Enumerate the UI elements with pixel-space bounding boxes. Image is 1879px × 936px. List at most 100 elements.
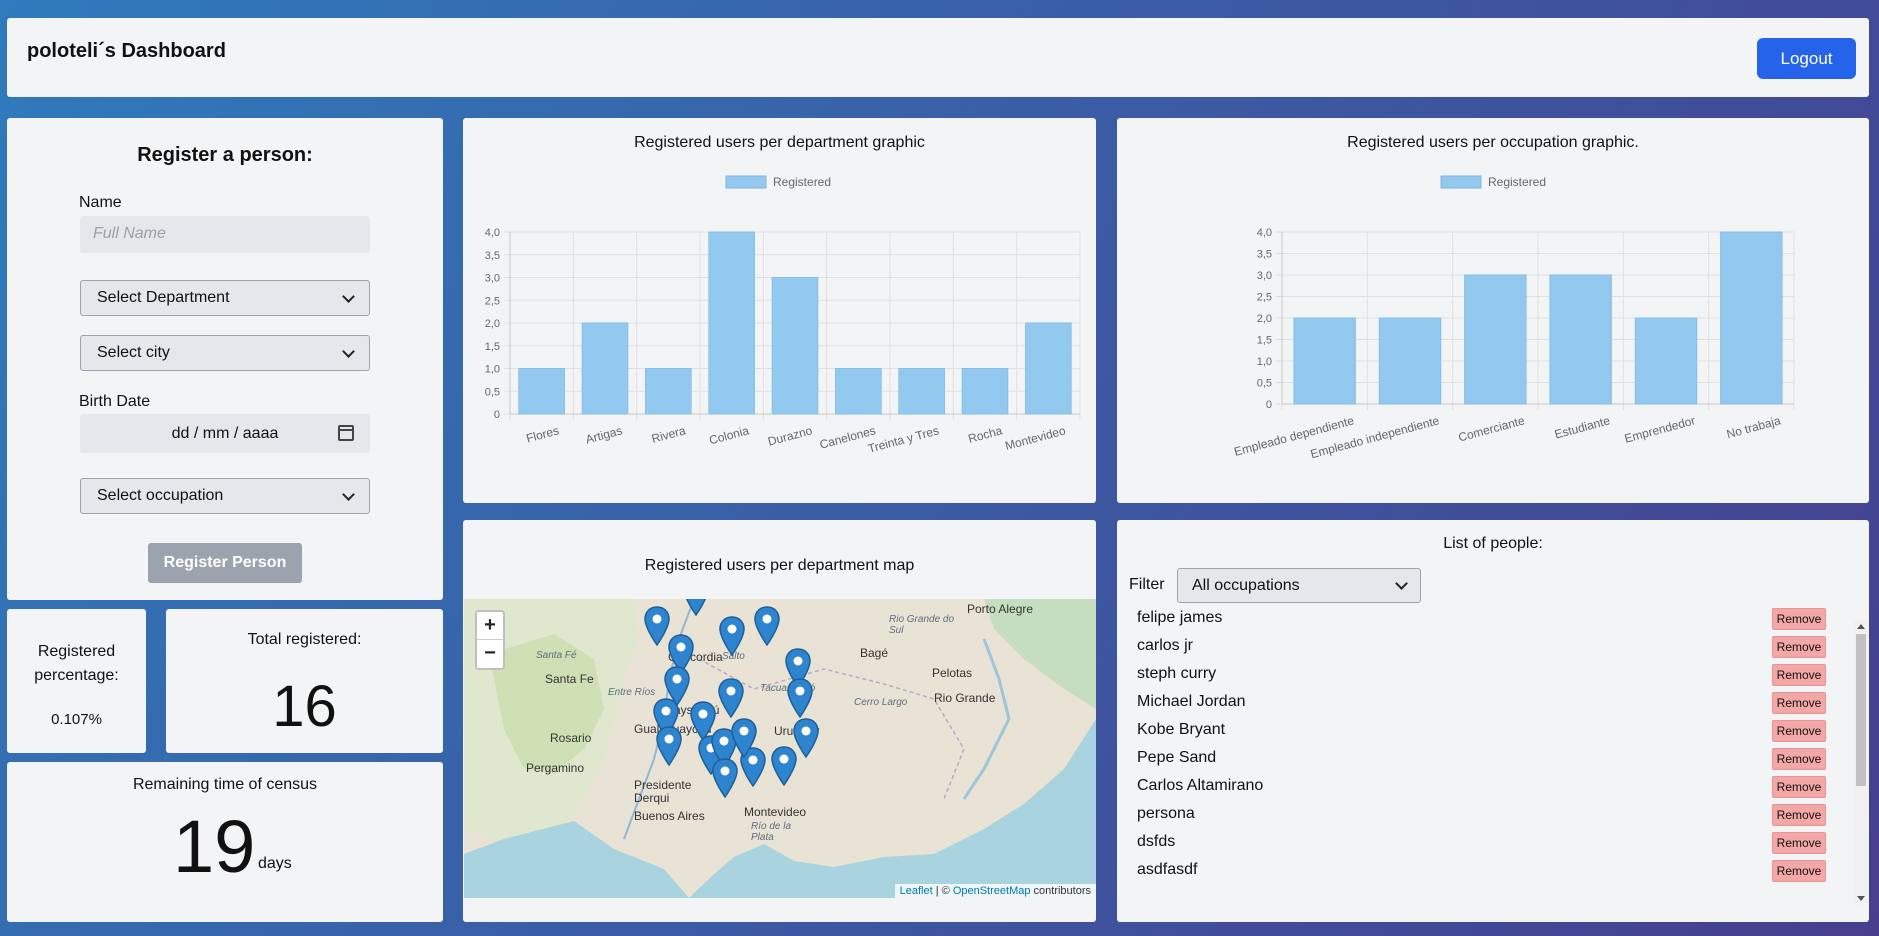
list-item: Pepe Sand Remove <box>1117 746 1855 774</box>
name-input[interactable]: Full Name <box>80 216 370 253</box>
chevron-down-icon <box>342 487 355 501</box>
map-attribution: Leaflet | © OpenStreetMap contributors <box>894 884 1096 898</box>
registered-percentage-card: Registered percentage: 0.107% <box>7 609 146 753</box>
y-tick-label: 0,5 <box>1257 378 1272 390</box>
y-tick-label: 1,5 <box>485 341 500 353</box>
x-tick-label: Colonia <box>708 423 751 447</box>
map-pin-icon[interactable] <box>787 678 813 718</box>
map-pin-icon[interactable] <box>793 718 819 758</box>
logout-button[interactable]: Logout <box>1757 38 1856 79</box>
chevron-down-icon <box>1395 577 1408 590</box>
remaining-unit: days <box>258 855 292 872</box>
scroll-up-arrow-icon[interactable] <box>1857 624 1865 629</box>
map-pin-icon[interactable] <box>644 606 670 646</box>
bar <box>518 368 565 415</box>
x-tick-label: Flores <box>525 423 561 445</box>
department-map[interactable]: Porto Alegre Rio Grande do Sul Bagé Pelo… <box>464 599 1096 898</box>
bar <box>961 368 1009 415</box>
x-tick-label: Treinta y Tres <box>866 423 940 455</box>
people-list: felipe james Remove carlos jr Remove steph c… <box>1117 606 1855 886</box>
people-list-panel: List of people: Filter All occupations f… <box>1117 520 1869 922</box>
header-bar: poloteli´s Dashboard Logout <box>7 18 1869 97</box>
leaflet-link[interactable]: Leaflet <box>900 885 933 897</box>
calendar-icon[interactable] <box>338 425 354 441</box>
total-registered-card: Total registered: 16 <box>166 609 443 753</box>
attribution-separator: | © <box>932 885 953 897</box>
person-name: Carlos Altamirano <box>1137 777 1264 794</box>
city-select-value: Select city <box>97 344 170 361</box>
y-tick-label: 2,0 <box>485 318 500 330</box>
occupation-select[interactable]: Select occupation <box>80 478 370 514</box>
scrollbar-thumb[interactable] <box>1856 634 1866 786</box>
zoom-in-button[interactable]: + <box>477 612 503 640</box>
remove-button[interactable]: Remove <box>1772 636 1826 658</box>
person-name: Kobe Bryant <box>1137 721 1226 738</box>
remove-button[interactable]: Remove <box>1772 804 1826 826</box>
birth-date-label: Birth Date <box>79 393 151 410</box>
map-pin-icon[interactable] <box>712 758 738 798</box>
name-label: Name <box>79 194 122 211</box>
y-tick-label: 4,0 <box>1257 227 1272 239</box>
register-heading: Register a person: <box>137 144 313 166</box>
remove-button[interactable]: Remove <box>1772 720 1826 742</box>
map-label: Presidente Derqui <box>634 778 692 805</box>
x-tick-label: Rivera <box>650 423 687 446</box>
total-label: Total registered: <box>247 631 362 648</box>
remaining-value: 19 <box>173 805 256 888</box>
occupation-bar-chart: Registered00,51,01,52,02,53,03,54,0Emple… <box>1233 175 1795 461</box>
zoom-out-button[interactable]: − <box>477 640 503 668</box>
bar <box>1634 317 1698 405</box>
person-name: Michael Jordan <box>1137 693 1246 710</box>
y-tick-label: 2,5 <box>485 295 500 307</box>
dashboard-title: poloteli´s Dashboard <box>27 40 226 62</box>
bar <box>1549 274 1612 405</box>
birth-date-input[interactable]: dd / mm / aaaa <box>80 414 370 453</box>
person-name: felipe james <box>1137 609 1223 626</box>
occupation-filter-select[interactable]: All occupations <box>1177 568 1421 603</box>
person-name: Pepe Sand <box>1137 749 1217 766</box>
remaining-time-card: Remaining time of census 19 days <box>7 762 443 922</box>
register-form: Register a person: Name Full Name Select… <box>7 118 443 600</box>
remove-button[interactable]: Remove <box>1772 664 1826 686</box>
map-label: Rio Grande <box>934 691 996 705</box>
city-select[interactable]: Select city <box>80 335 370 371</box>
osm-link[interactable]: OpenStreetMap <box>953 885 1031 897</box>
map-pin-icon[interactable] <box>718 678 744 718</box>
x-tick-label: Rocha <box>967 423 1004 446</box>
remove-button[interactable]: Remove <box>1772 832 1826 854</box>
bar <box>1720 231 1783 405</box>
people-list-scrollbar[interactable] <box>1854 620 1868 905</box>
bar <box>708 231 755 415</box>
map-pin-icon[interactable] <box>754 606 780 646</box>
list-item: asdfasdf Remove <box>1117 858 1855 886</box>
birth-date-placeholder: dd / mm / aaaa <box>171 424 279 442</box>
remaining-label: Remaining time of census <box>132 776 318 793</box>
map-pin-icon[interactable] <box>683 599 709 616</box>
y-tick-label: 3,0 <box>485 273 500 285</box>
legend-swatch <box>725 175 767 189</box>
map-pin-icon[interactable] <box>656 726 682 766</box>
scroll-down-arrow-icon[interactable] <box>1857 896 1865 901</box>
remove-button[interactable]: Remove <box>1772 748 1826 770</box>
remove-button[interactable]: Remove <box>1772 692 1826 714</box>
remove-button[interactable]: Remove <box>1772 860 1826 882</box>
department-chart-panel: Registered users per department graphic … <box>463 118 1096 503</box>
remove-button[interactable]: Remove <box>1772 776 1826 798</box>
register-person-button[interactable]: Register Person <box>148 543 302 583</box>
bar <box>771 277 819 415</box>
map-pin-icon[interactable] <box>731 718 757 758</box>
y-tick-label: 4,0 <box>485 227 500 239</box>
map-pin-icon[interactable] <box>719 616 745 656</box>
x-tick-label: Artigas <box>584 423 624 446</box>
map-label: Entre Ríos <box>608 687 656 698</box>
list-item: steph curry Remove <box>1117 662 1855 690</box>
department-select[interactable]: Select Department <box>80 280 370 316</box>
remove-button[interactable]: Remove <box>1772 608 1826 630</box>
x-tick-label: Montevideo <box>1004 423 1068 453</box>
list-item: persona Remove <box>1117 802 1855 830</box>
map-label: Cerro Largo <box>854 697 908 708</box>
map-label: Porto Alegre <box>967 602 1034 616</box>
list-item: Carlos Altamirano Remove <box>1117 774 1855 802</box>
person-name: asdfasdf <box>1137 861 1198 878</box>
bar <box>1293 317 1356 405</box>
